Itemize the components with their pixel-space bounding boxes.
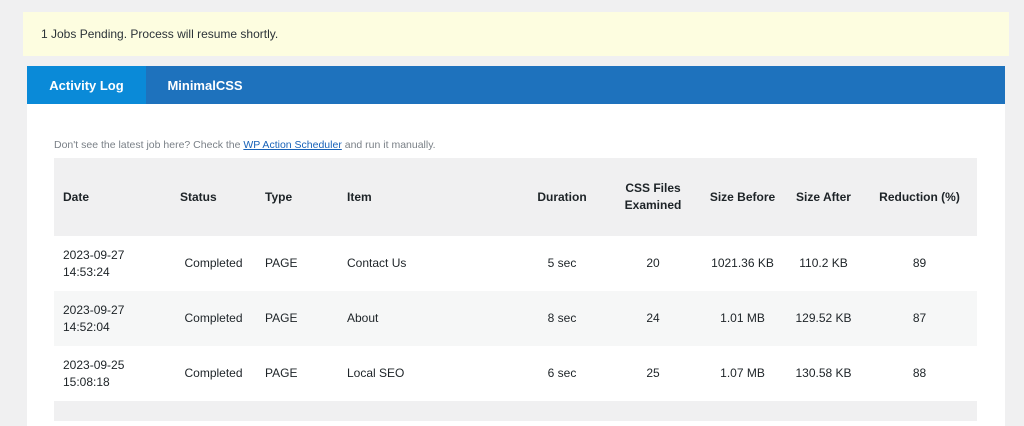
- cell-duration: 8 sec: [518, 291, 606, 346]
- cell-css-files: 20: [646, 256, 660, 270]
- column-header-size-before: Size Before: [700, 158, 785, 236]
- cell-type: PAGE: [265, 366, 298, 380]
- hint-text-before: Don't see the latest job here? Check the: [54, 139, 244, 151]
- cell-date: 2023-09-27 14:52:04: [54, 291, 171, 346]
- tab-minimalcss[interactable]: MinimalCSS: [146, 66, 264, 104]
- table-row-partial: [54, 401, 977, 421]
- tab-bar: Activity Log MinimalCSS: [27, 66, 1005, 104]
- table-row: 2023-09-27 14:53:24 Completed PAGE Conta…: [54, 236, 977, 291]
- cell-size-before: 1.01 MB: [700, 291, 785, 346]
- table-row: 2023-09-27 14:52:04 Completed PAGE About…: [54, 291, 977, 346]
- cell-duration: 6 sec: [547, 366, 577, 380]
- cell-type: PAGE: [256, 291, 338, 346]
- column-header-type: Type: [256, 158, 338, 236]
- pending-jobs-notice: 1 Jobs Pending. Process will resume shor…: [23, 12, 1009, 56]
- cell-item: Contact Us: [347, 256, 407, 270]
- table-header-row: Date Status Type Item Duration CSS Files…: [54, 158, 977, 236]
- scheduler-hint: Don't see the latest job here? Check the…: [54, 139, 436, 151]
- cell-reduction: 89: [912, 256, 927, 270]
- cell-reduction: 88: [912, 366, 927, 380]
- cell-status: Completed: [184, 256, 243, 270]
- cell-status: Completed: [171, 291, 256, 346]
- hint-text-after: and run it manually.: [341, 139, 436, 151]
- column-header-status: Status: [171, 158, 256, 236]
- cell-css-files: 25: [646, 366, 660, 380]
- cell-size-after: 110.2 KB: [799, 256, 848, 270]
- column-header-css-files: CSS Files Examined: [606, 158, 700, 236]
- cell-reduction: 87: [862, 291, 977, 346]
- column-header-duration: Duration: [518, 158, 606, 236]
- column-header-item: Item: [338, 158, 518, 236]
- column-header-date: Date: [54, 158, 171, 236]
- cell-size-after: 129.52 KB: [785, 291, 862, 346]
- column-header-size-after: Size After: [785, 158, 862, 236]
- activity-panel: Activity Log MinimalCSS Don't see the la…: [27, 66, 1005, 426]
- cell-duration: 5 sec: [547, 256, 577, 270]
- action-scheduler-link[interactable]: WP Action Scheduler: [243, 139, 341, 151]
- cell-size-before: 1021.36 KB: [711, 256, 774, 270]
- cell-status: Completed: [184, 366, 243, 380]
- cell-date: 2023-09-25 15:08:18: [63, 357, 125, 389]
- tab-activity-log[interactable]: Activity Log: [27, 66, 146, 104]
- notice-text: 1 Jobs Pending. Process will resume shor…: [41, 27, 279, 41]
- cell-css-files: 24: [606, 291, 700, 346]
- cell-item: Local SEO: [347, 366, 405, 380]
- partial-row-cell: [54, 401, 977, 421]
- cell-size-before: 1.07 MB: [720, 366, 765, 380]
- cell-item: About: [338, 291, 518, 346]
- cell-date: 2023-09-27 14:53:24: [63, 247, 125, 279]
- activity-log-table: Date Status Type Item Duration CSS Files…: [54, 158, 977, 421]
- cell-type: PAGE: [265, 256, 298, 270]
- table-row: 2023-09-25 15:08:18 Completed PAGE Local…: [54, 346, 977, 401]
- cell-size-after: 130.58 KB: [795, 366, 852, 380]
- column-header-reduction: Reduction (%): [862, 158, 977, 236]
